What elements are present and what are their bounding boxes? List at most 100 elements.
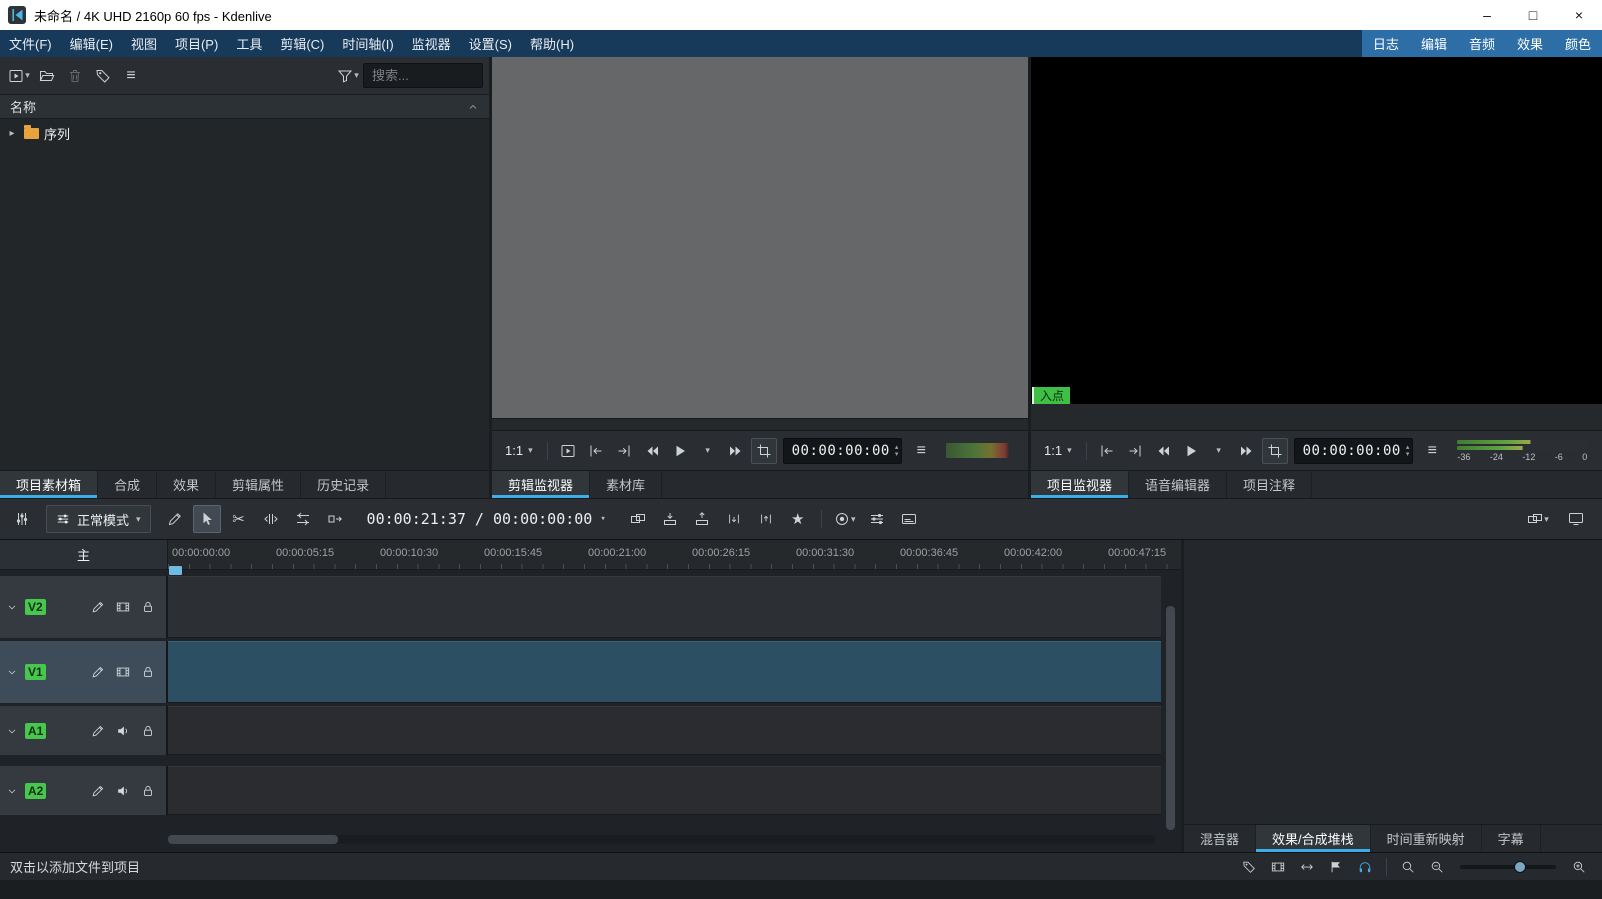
menu-view[interactable]: 视图 [122,30,166,57]
close-button[interactable]: × [1556,0,1602,30]
master-track-button[interactable]: 主 [0,540,168,570]
spacer-tool-button[interactable] [257,505,285,533]
search-input[interactable] [363,63,483,88]
zoom-fit-button[interactable] [1395,855,1421,879]
razor-edit-button[interactable] [161,505,189,533]
menu-help[interactable]: 帮助(H) [521,30,583,57]
bin-options-button[interactable]: ≡ [118,63,144,89]
track-effects-icon[interactable] [91,665,105,679]
slider-handle[interactable] [1514,861,1526,873]
workspace-audio[interactable]: 音频 [1458,30,1506,57]
zoom-slider[interactable] [1460,857,1556,877]
play-options-button[interactable]: ▾ [1206,438,1232,464]
menu-edit[interactable]: 编辑(E) [61,30,122,57]
scrollbar-thumb[interactable] [168,835,338,844]
workspace-logging[interactable]: 日志 [1362,30,1410,57]
expand-chevron-icon[interactable]: ▸ [5,128,19,139]
screen-grab-button[interactable] [1562,505,1590,533]
spin-down-icon[interactable]: ▾ [1406,451,1410,458]
tags-button[interactable] [90,63,116,89]
tab-effect-stack[interactable]: 效果/合成堆栈 [1256,825,1371,852]
track-badge[interactable]: A1 [25,723,46,739]
collapse-chevron-icon[interactable] [6,725,18,737]
menu-tools[interactable]: 工具 [227,30,271,57]
track-effects-icon[interactable] [91,600,105,614]
subtitle-button[interactable] [895,505,923,533]
project-timecode[interactable]: 00:00:00:00 ▴ ▾ [1294,438,1414,464]
create-folder-button[interactable] [34,63,60,89]
clip-monitor-seekbar[interactable] [492,418,1028,430]
workspace-color[interactable]: 颜色 [1554,30,1602,57]
snap-button[interactable] [1323,855,1349,879]
play-options-button[interactable]: ▾ [695,438,721,464]
track-effects-icon[interactable] [91,724,105,738]
tab-time-remap[interactable]: 时间重新映射 [1371,825,1482,852]
clip-timecode[interactable]: 00:00:00:00 ▴ ▾ [783,438,903,464]
menu-file[interactable]: 文件(F) [0,30,61,57]
project-monitor-menu-button[interactable]: ≡ [1419,438,1445,464]
insert-zone-button[interactable] [656,505,684,533]
edit-mode-dropdown[interactable]: 正常模式 ▾ [46,505,151,533]
video-track-icon[interactable] [116,600,130,614]
collapse-chevron-icon[interactable] [6,666,18,678]
razor-tool-button[interactable]: ✂ [225,505,253,533]
forward-button[interactable] [1234,438,1260,464]
overwrite-zone-button[interactable] [688,505,716,533]
menu-monitor[interactable]: 监视器 [403,30,460,57]
timeline-timecode[interactable]: 00:00:21:37 / 00:00:00:00 ▾ [367,510,606,528]
track-lane-v2[interactable] [168,576,1161,638]
rewind-button[interactable] [1150,438,1176,464]
tab-compositions[interactable]: 合成 [98,471,157,498]
filter-button[interactable]: ▾ [335,63,361,89]
set-zone-out-button[interactable] [1122,438,1148,464]
monitor-overlay-button[interactable] [555,438,581,464]
workspace-effects[interactable]: 效果 [1506,30,1554,57]
tab-effects[interactable]: 效果 [157,471,216,498]
track-badge[interactable]: V1 [25,664,46,680]
timecode-spinner[interactable]: ▴ ▾ [1406,444,1410,458]
zoom-out-button[interactable] [1424,855,1450,879]
mixes-dropdown-button[interactable]: ▾ [1524,505,1552,533]
project-monitor-screen[interactable]: 入点 [1031,57,1602,404]
zone-mode-button[interactable] [1262,438,1288,464]
tab-speech-editor[interactable]: 语音编辑器 [1129,471,1227,498]
track-lane-v1[interactable] [168,641,1161,703]
clip-monitor-menu-button[interactable]: ≡ [908,438,934,464]
clip-zoom-dropdown[interactable]: 1:1 ▾ [498,438,540,464]
track-badge[interactable]: V2 [25,599,46,615]
spin-up-icon[interactable]: ▴ [895,444,899,451]
set-zone-out-button[interactable] [611,438,637,464]
slip-tool-button[interactable] [289,505,317,533]
zone-mode-button[interactable] [751,438,777,464]
workspace-editing[interactable]: 编辑 [1410,30,1458,57]
set-zone-in-button[interactable] [1094,438,1120,464]
favorite-effects-button[interactable]: ★ [784,505,812,533]
lock-icon[interactable] [141,665,155,679]
project-monitor-seekbar[interactable] [1031,404,1602,430]
bin-item-sequence[interactable]: ▸ 序列 [0,122,489,144]
bin-view-button[interactable]: ▾ [6,63,32,89]
track-settings-button[interactable] [8,505,36,533]
menu-timeline[interactable]: 时间轴(I) [333,30,402,57]
speaker-icon[interactable] [116,784,130,798]
tab-library[interactable]: 素材库 [590,471,662,498]
lock-icon[interactable] [141,784,155,798]
rewind-button[interactable] [639,438,665,464]
slider-track[interactable] [1460,865,1556,869]
tab-clip-monitor[interactable]: 剪辑监视器 [492,471,590,498]
zone-in-badge[interactable]: 入点 [1032,387,1070,404]
bin-column-header[interactable]: 名称 [0,95,489,119]
audio-thumbnails-button[interactable] [1294,855,1320,879]
preview-render-button[interactable]: ▾ [831,505,859,533]
audio-scrub-button[interactable] [1352,855,1378,879]
speaker-icon[interactable] [116,724,130,738]
track-header-a1[interactable]: A1 [0,706,168,755]
set-zone-in-button[interactable] [583,438,609,464]
lock-icon[interactable] [141,600,155,614]
playhead[interactable] [169,566,182,575]
track-badge[interactable]: A2 [25,783,46,799]
track-lane-a2[interactable] [168,766,1161,815]
menu-settings[interactable]: 设置(S) [460,30,521,57]
timecode-spinner[interactable]: ▴ ▾ [895,444,899,458]
video-thumbnails-button[interactable] [1265,855,1291,879]
